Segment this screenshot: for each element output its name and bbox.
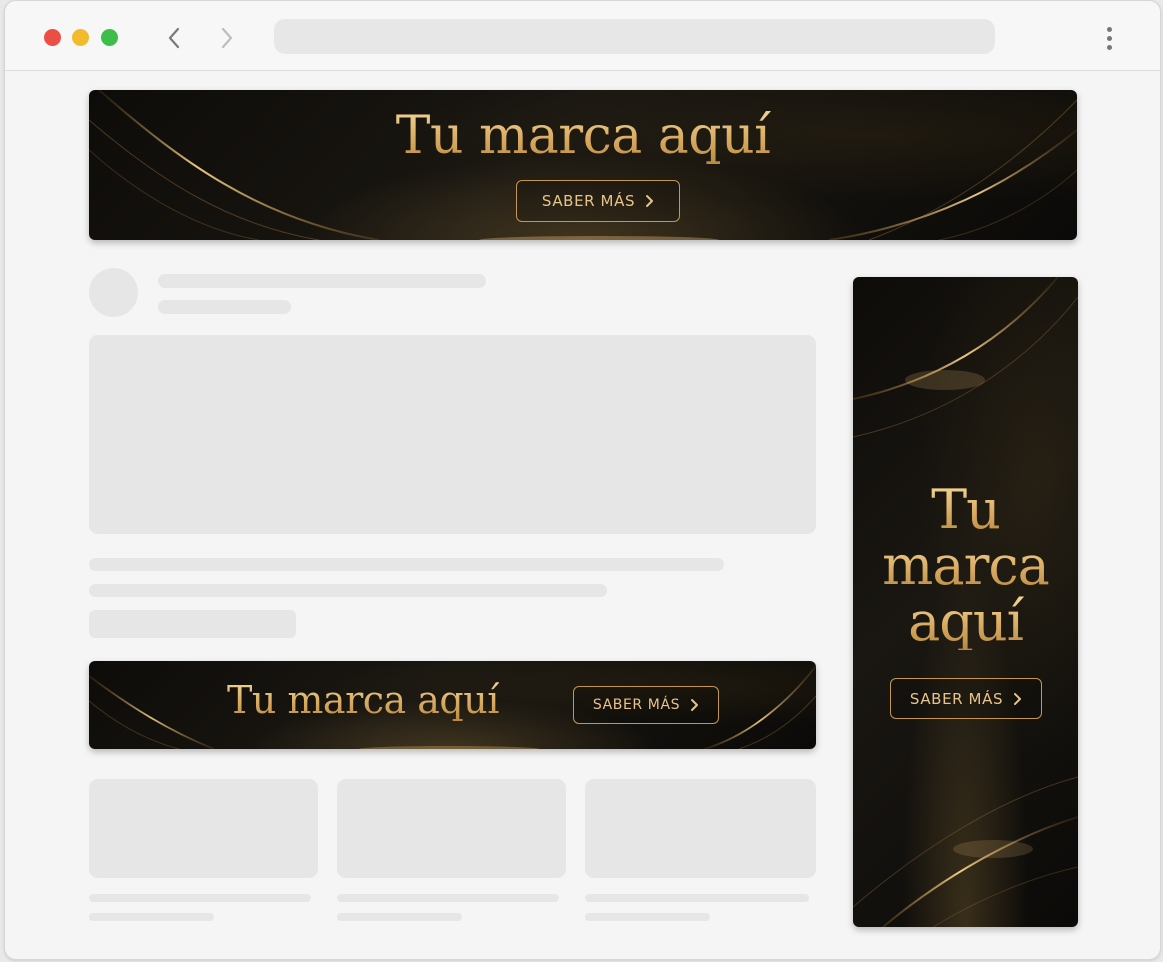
card-text-placeholder: [585, 894, 809, 902]
subtitle-placeholder: [158, 300, 291, 314]
ad-headline-line: marca: [853, 538, 1078, 594]
card-image-placeholder: [89, 779, 318, 878]
minimize-window-button[interactable]: [72, 29, 89, 46]
forward-button[interactable]: [212, 23, 242, 53]
browser-window: Tu marca aquí SABER MÁS Tu marca aquí SA…: [4, 0, 1161, 960]
saber-mas-button[interactable]: SABER MÁS: [890, 678, 1042, 719]
maximize-window-button[interactable]: [101, 29, 118, 46]
text-line-placeholder: [89, 584, 607, 597]
ad-headline: Tu marca aquí: [853, 482, 1078, 650]
card-text-placeholder: [337, 894, 559, 902]
vertical-dots-icon-dot: [1106, 35, 1112, 41]
chevron-right-icon: [221, 27, 233, 49]
chevron-right-icon: [645, 194, 654, 208]
inline-ad-banner[interactable]: Tu marca aquí SABER MÁS: [89, 661, 816, 749]
vertical-dots-icon: [1106, 26, 1112, 32]
close-window-button[interactable]: [44, 29, 61, 46]
ad-headline-line: aquí: [853, 594, 1078, 650]
side-ad-banner[interactable]: Tu marca aquí SABER MÁS: [853, 277, 1078, 927]
card-text-placeholder: [89, 913, 214, 921]
title-placeholder: [158, 274, 486, 288]
ad-headline: Tu marca aquí: [89, 106, 1077, 166]
saber-mas-button[interactable]: SABER MÁS: [573, 686, 719, 724]
card-text-placeholder: [89, 894, 311, 902]
ad-headline-line: Tu: [853, 482, 1078, 538]
hero-image-placeholder: [89, 335, 816, 534]
chevron-right-icon: [1013, 692, 1022, 706]
browser-menu-button[interactable]: [1099, 23, 1119, 53]
chevron-left-icon: [168, 27, 180, 49]
chevron-right-icon: [690, 698, 699, 712]
avatar-placeholder: [89, 268, 138, 317]
back-button[interactable]: [159, 23, 189, 53]
card-image-placeholder: [337, 779, 566, 878]
button-placeholder: [89, 610, 296, 638]
card-text-placeholder: [585, 913, 710, 921]
browser-toolbar: [5, 1, 1160, 71]
cta-label: SABER MÁS: [592, 697, 681, 713]
ad-headline: Tu marca aquí: [227, 678, 499, 722]
address-bar[interactable]: [274, 19, 995, 54]
card-text-placeholder: [337, 913, 462, 921]
vertical-dots-icon-dot: [1106, 44, 1112, 50]
text-line-placeholder: [89, 558, 724, 571]
saber-mas-button[interactable]: SABER MÁS: [516, 180, 680, 222]
top-ad-banner[interactable]: Tu marca aquí SABER MÁS: [89, 90, 1077, 240]
card-image-placeholder: [585, 779, 816, 878]
cta-label: SABER MÁS: [909, 689, 1004, 708]
cta-label: SABER MÁS: [541, 192, 636, 210]
